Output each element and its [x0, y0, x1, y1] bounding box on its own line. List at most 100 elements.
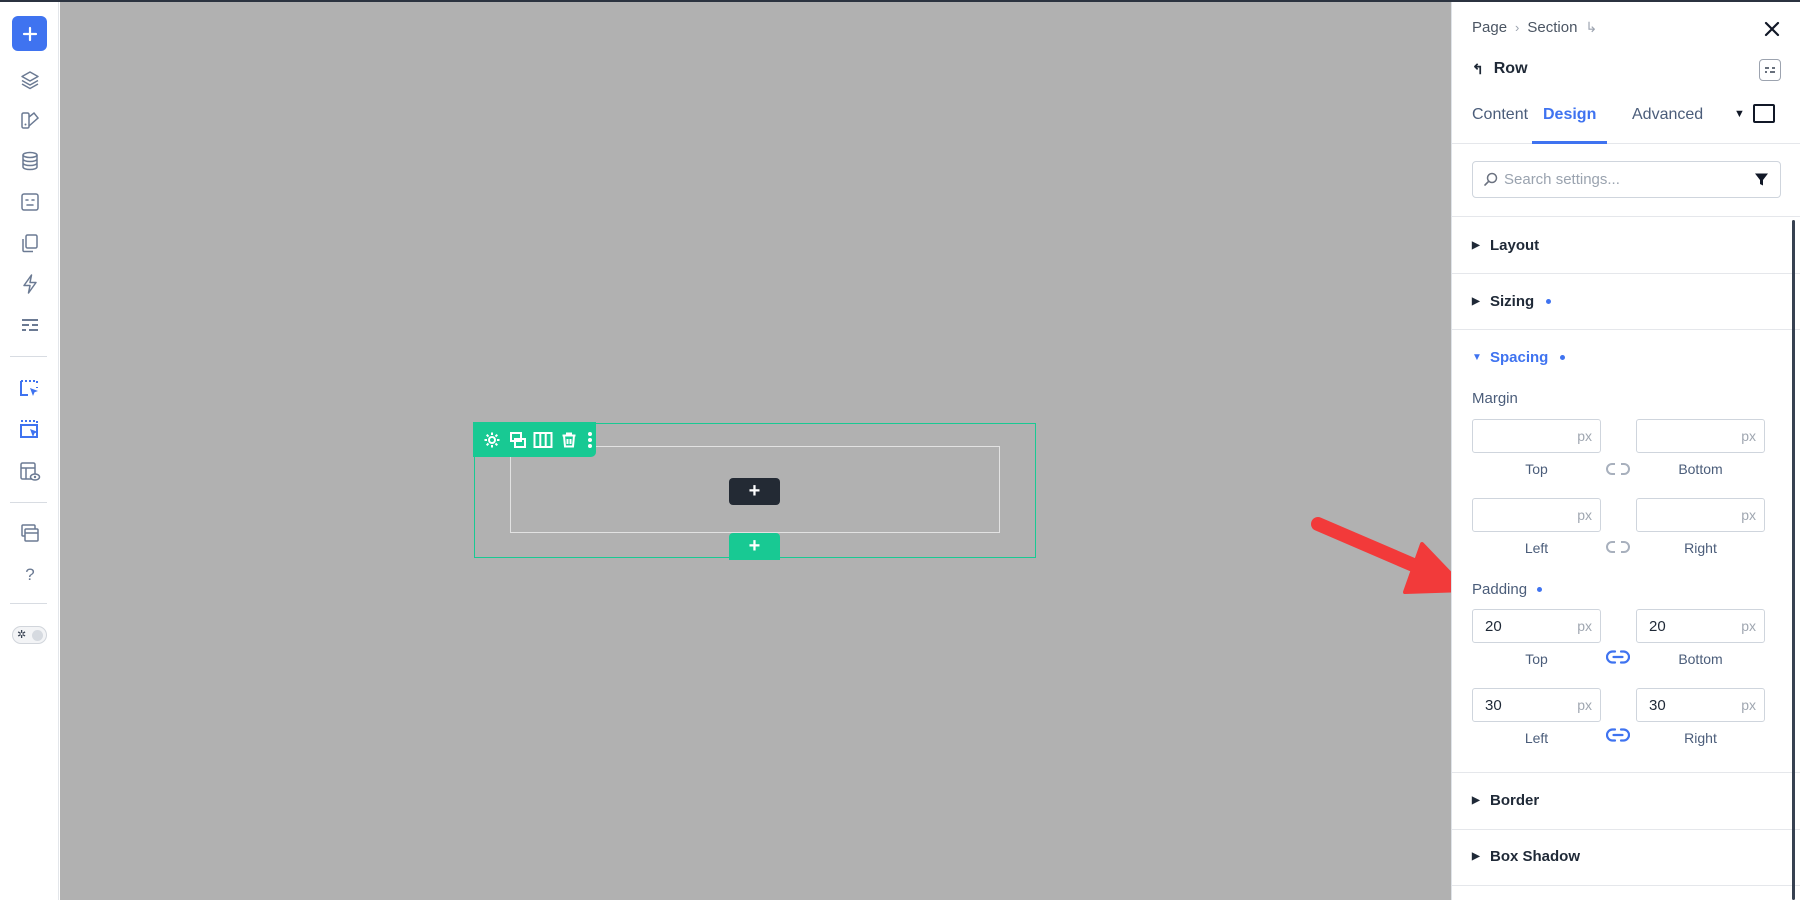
select-parent-button[interactable] — [12, 412, 48, 448]
unit-label[interactable]: px — [1577, 428, 1592, 444]
section-border-label: Border — [1490, 792, 1540, 809]
padding-bottom-field[interactable]: 20 px — [1636, 609, 1765, 643]
columns-icon[interactable] — [533, 429, 555, 451]
section-sizing[interactable]: ▶ Sizing — [1472, 293, 1552, 310]
divider — [1452, 216, 1800, 217]
select-element-button[interactable] — [12, 371, 48, 407]
form-icon — [22, 319, 38, 331]
breadcrumb-page[interactable]: Page — [1472, 19, 1507, 36]
unit-label[interactable]: px — [1577, 618, 1592, 634]
section-spacing[interactable]: ▼ Spacing — [1472, 349, 1566, 366]
margin-bottom-field[interactable]: px — [1636, 419, 1765, 453]
unit-label[interactable]: px — [1741, 618, 1756, 634]
more-icon[interactable] — [584, 429, 596, 451]
layers-button[interactable] — [12, 62, 48, 98]
panel-tabs: Content Design Advanced ▼ — [1452, 98, 1800, 144]
tab-advanced[interactable]: Advanced — [1632, 106, 1703, 144]
add-row-button[interactable]: + — [729, 533, 780, 560]
add-element-button[interactable] — [12, 16, 47, 51]
windows-icon — [21, 524, 39, 542]
close-panel-button[interactable] — [1761, 18, 1783, 40]
unlink-icon[interactable] — [1605, 461, 1631, 477]
padding-left-value[interactable]: 30 — [1485, 697, 1502, 714]
toolbar-divider — [10, 603, 47, 604]
tab-content[interactable]: Content — [1472, 106, 1528, 144]
search-settings[interactable]: Search settings... — [1472, 161, 1781, 198]
padding-right-label: Right — [1684, 730, 1717, 746]
breadcrumb-section[interactable]: Section — [1527, 19, 1577, 36]
padding-top-field[interactable]: 20 px — [1472, 609, 1601, 643]
gear-icon[interactable] — [481, 429, 503, 451]
trash-icon[interactable] — [558, 429, 580, 451]
toolbar-divider — [10, 356, 47, 357]
search-icon — [1484, 172, 1498, 186]
back-arrow-icon[interactable]: ↰ — [1472, 61, 1484, 78]
theme-toggle[interactable]: ✲ — [12, 626, 47, 644]
toggle-knob — [32, 630, 43, 641]
form-button[interactable] — [12, 307, 48, 343]
margin-top-label: Top — [1525, 461, 1548, 477]
caret-right-icon: ▶ — [1472, 240, 1480, 251]
margin-top-field[interactable]: px — [1472, 419, 1601, 453]
responsive-mode-icon[interactable] — [1753, 104, 1775, 123]
margin-label: Margin — [1472, 390, 1518, 407]
unlink-icon[interactable] — [1605, 539, 1631, 555]
unit-label[interactable]: px — [1577, 697, 1592, 713]
add-column-content-button[interactable]: + — [729, 478, 780, 505]
duplicate-icon[interactable] — [507, 429, 529, 451]
builder-canvas[interactable]: + + — [60, 2, 1451, 900]
link-icon[interactable] — [1605, 649, 1631, 665]
link-icon[interactable] — [1605, 727, 1631, 743]
unit-label[interactable]: px — [1741, 697, 1756, 713]
lightning-icon — [23, 274, 37, 294]
windows-button[interactable] — [12, 515, 48, 551]
layers-icon — [21, 71, 39, 90]
plus-icon — [22, 26, 37, 41]
section-box-shadow[interactable]: ▶ Box Shadow — [1472, 848, 1580, 865]
database-button[interactable] — [12, 143, 48, 179]
padding-bottom-value[interactable]: 20 — [1649, 618, 1666, 635]
padding-bottom-label: Bottom — [1678, 651, 1723, 667]
section-layout-label: Layout — [1490, 237, 1540, 254]
unit-label[interactable]: px — [1577, 507, 1592, 523]
chevron-right-icon: › — [1515, 20, 1520, 35]
sun-icon: ✲ — [17, 629, 27, 641]
plus-icon: + — [748, 535, 761, 557]
modified-indicator — [1560, 355, 1566, 360]
filter-icon[interactable] — [1754, 172, 1769, 187]
margin-left-field[interactable]: px — [1472, 498, 1601, 532]
shapes-button[interactable] — [12, 102, 48, 138]
modified-indicator — [1546, 299, 1552, 304]
return-arrow-icon: ↳ — [1585, 19, 1598, 35]
database-icon — [22, 151, 38, 171]
padding-top-label: Top — [1525, 651, 1548, 667]
interactions-button[interactable] — [12, 266, 48, 302]
margin-bottom-label: Bottom — [1678, 461, 1723, 477]
pages-button[interactable] — [12, 225, 48, 261]
caret-right-icon: ▶ — [1472, 795, 1480, 806]
caret-down-icon[interactable]: ▼ — [1734, 108, 1745, 120]
plus-icon: + — [748, 480, 761, 502]
margin-right-field[interactable]: px — [1636, 498, 1765, 532]
padding-right-value[interactable]: 30 — [1649, 697, 1666, 714]
preview-button[interactable] — [12, 454, 48, 490]
element-title: ↰ Row — [1472, 60, 1528, 78]
section-box-shadow-label: Box Shadow — [1490, 848, 1581, 865]
padding-left-field[interactable]: 30 px — [1472, 688, 1601, 722]
template-button[interactable] — [12, 184, 48, 220]
tab-design[interactable]: Design — [1532, 106, 1608, 144]
divider — [1452, 273, 1800, 274]
padding-top-value[interactable]: 20 — [1485, 618, 1502, 635]
section-border[interactable]: ▶ Border — [1472, 792, 1539, 809]
preview-icon — [20, 462, 41, 481]
panel-scrollbar[interactable] — [1792, 220, 1795, 900]
padding-right-field[interactable]: 30 px — [1636, 688, 1765, 722]
unit-label[interactable]: px — [1741, 507, 1756, 523]
search-input[interactable]: Search settings... — [1504, 171, 1620, 188]
help-icon[interactable]: ? — [12, 557, 48, 593]
unit-label[interactable]: px — [1741, 428, 1756, 444]
settings-panel: Page › Section ↳ ↰ Row Content Design Ad… — [1451, 2, 1800, 900]
panel-options-button[interactable] — [1759, 59, 1781, 81]
close-icon — [1764, 21, 1780, 37]
section-layout[interactable]: ▶ Layout — [1472, 237, 1539, 254]
